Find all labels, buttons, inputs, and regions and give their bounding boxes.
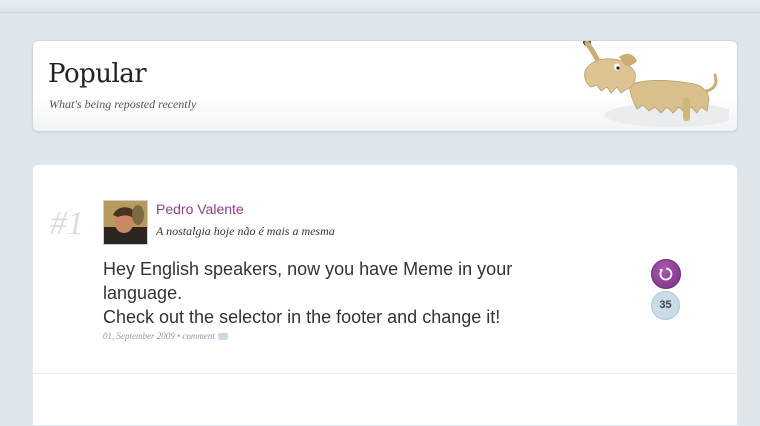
post-date-link[interactable]: 01, September 2009 (103, 331, 175, 341)
top-bar (0, 0, 760, 13)
post-rank: #1 (50, 205, 84, 242)
repost-button[interactable] (651, 259, 681, 289)
author-tagline: A nostalgia hoje não é mais a mesma (156, 224, 335, 238)
page-title: Popular (48, 59, 147, 89)
divider (33, 373, 737, 374)
page-subtitle: What's being reposted recently (49, 97, 197, 111)
post-meta: 01, September 2009 • comment (103, 331, 228, 341)
avatar[interactable] (103, 200, 148, 245)
post-body-line: Check out the selector in the footer and… (103, 307, 501, 327)
avatar-photo-icon (104, 201, 147, 244)
post-body-line: language. (103, 283, 183, 303)
comment-link[interactable]: comment (182, 331, 215, 341)
dog-mascot-icon (583, 41, 729, 127)
post-body-line: Hey English speakers, now you have Meme … (103, 259, 513, 279)
repost-count-badge: 35 (651, 291, 680, 320)
repost-icon (659, 267, 673, 281)
page-header: Popular What's being reposted recently (32, 40, 738, 132)
author-link[interactable]: Pedro Valente (156, 201, 244, 217)
post-body: Hey English speakers, now you have Meme … (103, 257, 583, 329)
post-card: #1 Pedro Valente A nostalgia hoje não é … (32, 164, 738, 426)
comment-icon[interactable] (217, 333, 228, 341)
